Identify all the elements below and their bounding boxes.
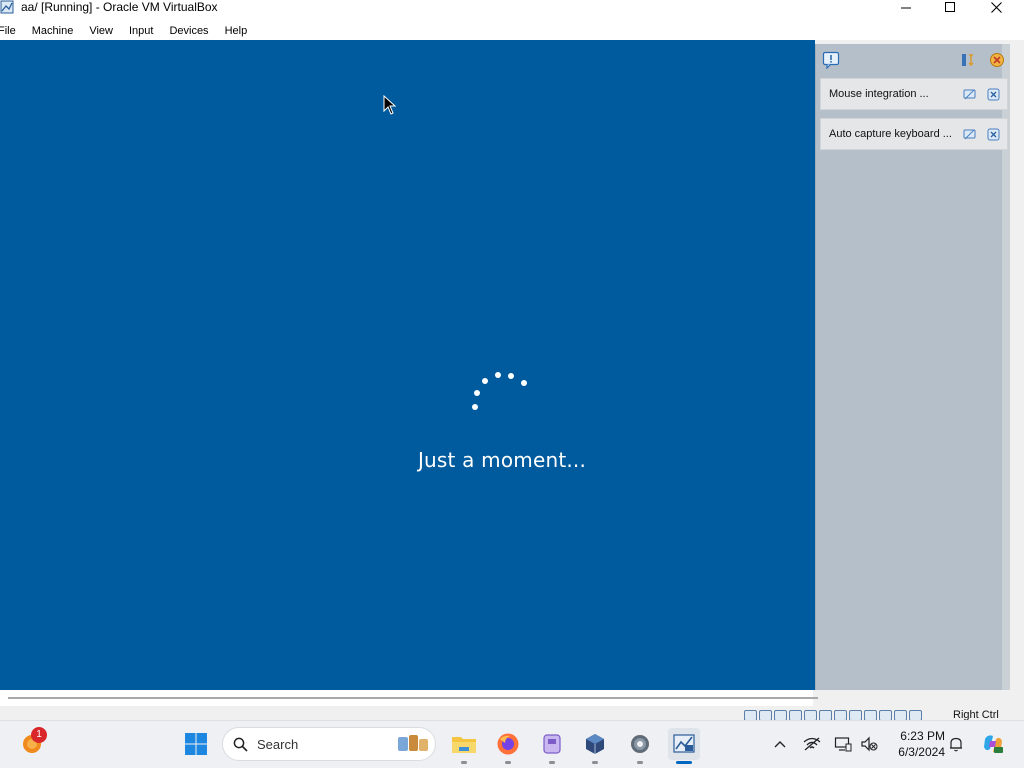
notification-mouse-integration[interactable]: Mouse integration ... (820, 78, 1008, 110)
running-indicator (505, 761, 511, 764)
notification-badge: 1 (31, 727, 47, 743)
sort-icon (962, 54, 974, 67)
taskbar-app[interactable] (536, 728, 568, 764)
taskbar-firefox[interactable] (492, 728, 524, 764)
window-title: aa/ [Running] - Oracle VM VirtualBox (21, 0, 218, 14)
menu-input[interactable]: Input (121, 22, 161, 40)
close-button[interactable] (974, 0, 1018, 14)
volume-muted-icon (861, 736, 878, 752)
close-icon[interactable] (987, 88, 1000, 101)
tray-volume[interactable] (860, 735, 878, 753)
virtualbox-icon (586, 734, 604, 754)
tray-network[interactable] (803, 735, 821, 753)
search-highlight-icon (398, 735, 428, 751)
menu-machine[interactable]: Machine (24, 22, 82, 40)
notification-center-icon (822, 51, 840, 69)
running-indicator (461, 761, 467, 764)
notifications-button[interactable] (947, 735, 965, 753)
taskbar-date[interactable]: 6/3/2024 (885, 745, 945, 759)
minimize-icon (900, 7, 911, 8)
notification-auto-capture-keyboard[interactable]: Auto capture keyboard ... (820, 118, 1008, 150)
taskbar-file-explorer[interactable] (448, 728, 480, 764)
bell-icon (950, 737, 962, 752)
network-icon (803, 737, 821, 751)
running-indicator (549, 761, 555, 764)
close-icon (990, 1, 1002, 13)
show-hidden-icons-button[interactable] (771, 735, 789, 753)
dismiss-all-button[interactable] (987, 50, 1007, 70)
virtualbox-window: aa/ [Running] - Oracle VM VirtualBox Fil… (0, 0, 1024, 768)
search-icon (233, 737, 248, 752)
start-icon (185, 733, 207, 755)
minimize-button[interactable] (884, 0, 928, 14)
settings-icon (631, 735, 649, 753)
search-input[interactable]: Search (222, 727, 436, 761)
running-indicator (592, 761, 598, 764)
maximize-icon (944, 1, 955, 12)
notification-text: Auto capture keyboard ... (829, 128, 952, 140)
copilot-button[interactable] (982, 733, 1004, 755)
virtualbox-icon (0, 0, 14, 14)
vm-window-icon (673, 734, 695, 753)
menu-bar: File Machine View Input Devices Help (0, 22, 1024, 40)
title-bar[interactable]: aa/ [Running] - Oracle VM VirtualBox (0, 0, 1024, 18)
suppress-icon[interactable] (963, 128, 976, 141)
chevron-up-icon (774, 741, 786, 748)
sort-button[interactable] (958, 50, 978, 70)
menu-view[interactable]: View (81, 22, 121, 40)
taskbar-time[interactable]: 6:23 PM (893, 729, 945, 743)
suppress-icon[interactable] (963, 88, 976, 101)
menu-devices[interactable]: Devices (161, 22, 216, 40)
notification-center-button[interactable] (821, 50, 841, 70)
mouse-cursor-icon (383, 95, 397, 115)
horizontal-scrollbar[interactable] (8, 697, 818, 699)
running-indicator (637, 761, 643, 764)
menu-help[interactable]: Help (217, 22, 256, 40)
copilot-icon (984, 735, 1003, 753)
display-icon (834, 737, 852, 752)
app-icon (543, 734, 561, 754)
dismiss-all-icon (990, 53, 1004, 67)
loading-spinner (470, 370, 532, 416)
close-icon[interactable] (987, 128, 1000, 141)
start-button[interactable] (180, 728, 212, 760)
tray-display[interactable] (834, 735, 852, 753)
notification-text: Mouse integration ... (829, 88, 929, 100)
active-indicator (676, 761, 692, 764)
search-placeholder: Search (257, 737, 299, 752)
firefox-icon (497, 733, 519, 755)
maximize-button[interactable] (928, 0, 972, 14)
taskbar-vm-window[interactable] (668, 728, 700, 764)
menu-file[interactable]: File (0, 22, 24, 40)
taskbar-virtualbox[interactable] (579, 728, 611, 764)
vm-display[interactable] (0, 40, 815, 690)
file-explorer-icon (452, 737, 476, 753)
taskbar-settings[interactable] (624, 728, 656, 764)
